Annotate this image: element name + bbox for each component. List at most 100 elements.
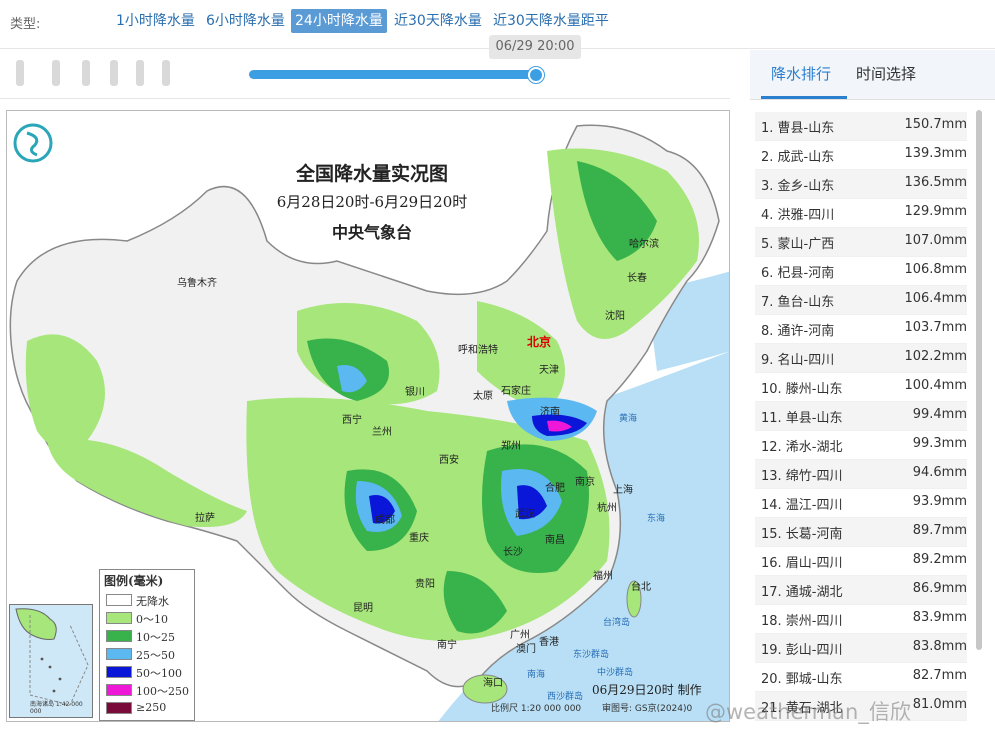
ranking-row[interactable]: 18. 崇州-四川 83.9mm <box>755 605 967 634</box>
city-label: 武汉 <box>515 509 535 520</box>
tab-24h-rainfall[interactable]: 24小时降水量 <box>291 9 387 33</box>
divider <box>0 98 730 99</box>
station-name: 18. 崇州-四川 <box>761 614 843 629</box>
city-label: 太原 <box>473 391 493 402</box>
ranking-row[interactable]: 16. 眉山-四川 89.2mm <box>755 547 967 576</box>
ranking-list: 1. 曹县-山东 150.7mm 2. 成武-山东 139.3mm 3. 金乡-山东 13… <box>755 112 967 735</box>
city-label: 重庆 <box>409 533 429 544</box>
ranking-row[interactable]: 8. 通许-河南 103.7mm <box>755 315 967 344</box>
legend-item: 10～25 <box>100 627 194 645</box>
city-label: 天津 <box>539 365 559 376</box>
station-name: 16. 眉山-四川 <box>761 556 843 571</box>
tab-30d-anomaly[interactable]: 近30天降水量距平 <box>489 9 613 33</box>
station-name: 14. 温江-四川 <box>761 498 843 513</box>
rainfall-value: 136.5mm <box>904 175 967 190</box>
tab-6h-rainfall[interactable]: 6小时降水量 <box>202 9 289 33</box>
station-name: 19. 彭山-四川 <box>761 643 843 658</box>
station-name: 11. 单县-山东 <box>761 411 843 426</box>
city-label: 昆明 <box>353 603 373 614</box>
ranking-row[interactable]: 14. 温江-四川 93.9mm <box>755 489 967 518</box>
ranking-row[interactable]: 19. 彭山-四川 83.8mm <box>755 634 967 663</box>
station-name: 20. 鄄城-山东 <box>761 672 843 687</box>
tab-30d-rainfall[interactable]: 近30天降水量 <box>390 9 486 33</box>
station-name: 5. 蒙山-广西 <box>761 237 835 252</box>
map-approval-number: 审图号: GS京(2024)0 <box>602 704 693 714</box>
legend-item: 25～50 <box>100 645 194 663</box>
map-agency: 中央气象台 <box>331 223 412 242</box>
ranking-panel: 降水排行 时间选择 1. 曹县-山东 150.7mm 2. 成武-山东 139.3mm… <box>750 50 995 735</box>
rainfall-value: 83.8mm <box>912 639 967 654</box>
city-label: 香港 <box>539 637 559 648</box>
sea-label: 台湾岛 <box>603 618 631 628</box>
ranking-row[interactable]: 11. 单县-山东 99.4mm <box>755 402 967 431</box>
city-label: 合肥 <box>545 483 565 494</box>
station-name: 2. 成武-山东 <box>761 150 835 165</box>
tab-1h-rainfall[interactable]: 1小时降水量 <box>112 9 199 33</box>
time-slider-track[interactable] <box>249 70 539 79</box>
rainfall-value: 86.9mm <box>912 581 967 596</box>
city-label: 上海 <box>613 485 633 496</box>
rainfall-value: 102.2mm <box>904 349 967 364</box>
ranking-row[interactable]: 2. 成武-山东 139.3mm <box>755 141 967 170</box>
tab-rain-ranking[interactable]: 降水排行 <box>771 63 831 84</box>
station-name: 7. 鱼台-山东 <box>761 295 835 310</box>
sea-label: 黄海 <box>619 414 638 424</box>
city-label: 银川 <box>405 387 425 398</box>
cma-logo-icon <box>13 123 53 163</box>
city-label: 长沙 <box>503 547 523 558</box>
south-china-sea-inset: 南海诸岛 1:42 000 000 <box>9 604 93 718</box>
map-legend: 图例(毫米) 无降水 0～10 10～25 25～50 50～100 100～2… <box>99 569 195 721</box>
city-label: 南宁 <box>437 640 457 651</box>
city-label: 西安 <box>439 455 459 466</box>
ranking-row[interactable]: 17. 通城-湖北 86.9mm <box>755 576 967 605</box>
ranking-row[interactable]: 9. 名山-四川 102.2mm <box>755 344 967 373</box>
legend-title: 图例(毫米) <box>104 574 164 588</box>
time-slider-handle[interactable] <box>528 67 544 83</box>
rainfall-value: 81.0mm <box>912 697 967 712</box>
tab-time-select[interactable]: 时间选择 <box>856 63 916 84</box>
city-label: 石家庄 <box>501 386 531 397</box>
city-label: 贵阳 <box>415 579 435 590</box>
rainfall-value: 89.2mm <box>912 552 967 567</box>
city-label: 澳门 <box>516 644 536 655</box>
legend-item: ≥250 <box>100 699 194 717</box>
sea-label: 中沙群岛 <box>597 668 634 678</box>
rainfall-value: 139.3mm <box>904 146 967 161</box>
station-name: 15. 长葛-河南 <box>761 527 843 542</box>
station-name: 1. 曹县-山东 <box>761 121 835 136</box>
ranking-row[interactable]: 15. 长葛-河南 89.7mm <box>755 518 967 547</box>
watermark: @weatherman_信欣 <box>705 700 911 724</box>
ranking-row[interactable]: 4. 洪雅-四川 129.9mm <box>755 199 967 228</box>
city-label: 南京 <box>575 477 595 488</box>
rainfall-value: 99.4mm <box>912 407 967 422</box>
station-name: 9. 名山-四川 <box>761 353 835 368</box>
rainfall-value: 106.8mm <box>904 262 967 277</box>
ranking-row[interactable]: 7. 鱼台-山东 106.4mm <box>755 286 967 315</box>
ranking-row[interactable]: 12. 浠水-湖北 99.3mm <box>755 431 967 460</box>
city-label: 济南 <box>540 407 560 418</box>
ranking-row[interactable]: 13. 绵竹-四川 94.6mm <box>755 460 967 489</box>
ranking-row[interactable]: 5. 蒙山-广西 107.0mm <box>755 228 967 257</box>
city-label: 呼和浩特 <box>458 345 498 356</box>
station-name: 6. 杞县-河南 <box>761 266 835 281</box>
made-time: 06月29日20时 制作 <box>592 683 702 697</box>
ranking-row[interactable]: 20. 鄄城-山东 82.7mm <box>755 663 967 692</box>
city-label: 乌鲁木齐 <box>177 278 217 289</box>
rainfall-value: 99.3mm <box>912 436 967 451</box>
map-period: 6月28日20时-6月29日20时 <box>276 193 468 211</box>
ranking-row[interactable]: 10. 滕州-山东 100.4mm <box>755 373 967 402</box>
city-label: 兰州 <box>372 427 392 438</box>
rainfall-value: 106.4mm <box>904 291 967 306</box>
city-label: 西宁 <box>342 415 362 426</box>
station-name: 8. 通许-河南 <box>761 324 835 339</box>
ranking-scrollbar[interactable] <box>976 110 982 650</box>
ranking-row[interactable]: 3. 金乡-山东 136.5mm <box>755 170 967 199</box>
city-label: 长春 <box>627 273 647 284</box>
legend-item: 100～250 <box>100 681 194 699</box>
rainfall-value: 107.0mm <box>904 233 967 248</box>
ranking-row[interactable]: 6. 杞县-河南 106.8mm <box>755 257 967 286</box>
city-label: 南昌 <box>545 535 565 546</box>
ranking-row[interactable]: 1. 曹县-山东 150.7mm <box>755 112 967 141</box>
rainfall-map[interactable]: 全国降水量实况图 6月28日20时-6月29日20时 中央气象台 乌鲁木齐 拉萨… <box>6 110 730 722</box>
panel-tabs: 降水排行 时间选择 <box>750 50 995 100</box>
